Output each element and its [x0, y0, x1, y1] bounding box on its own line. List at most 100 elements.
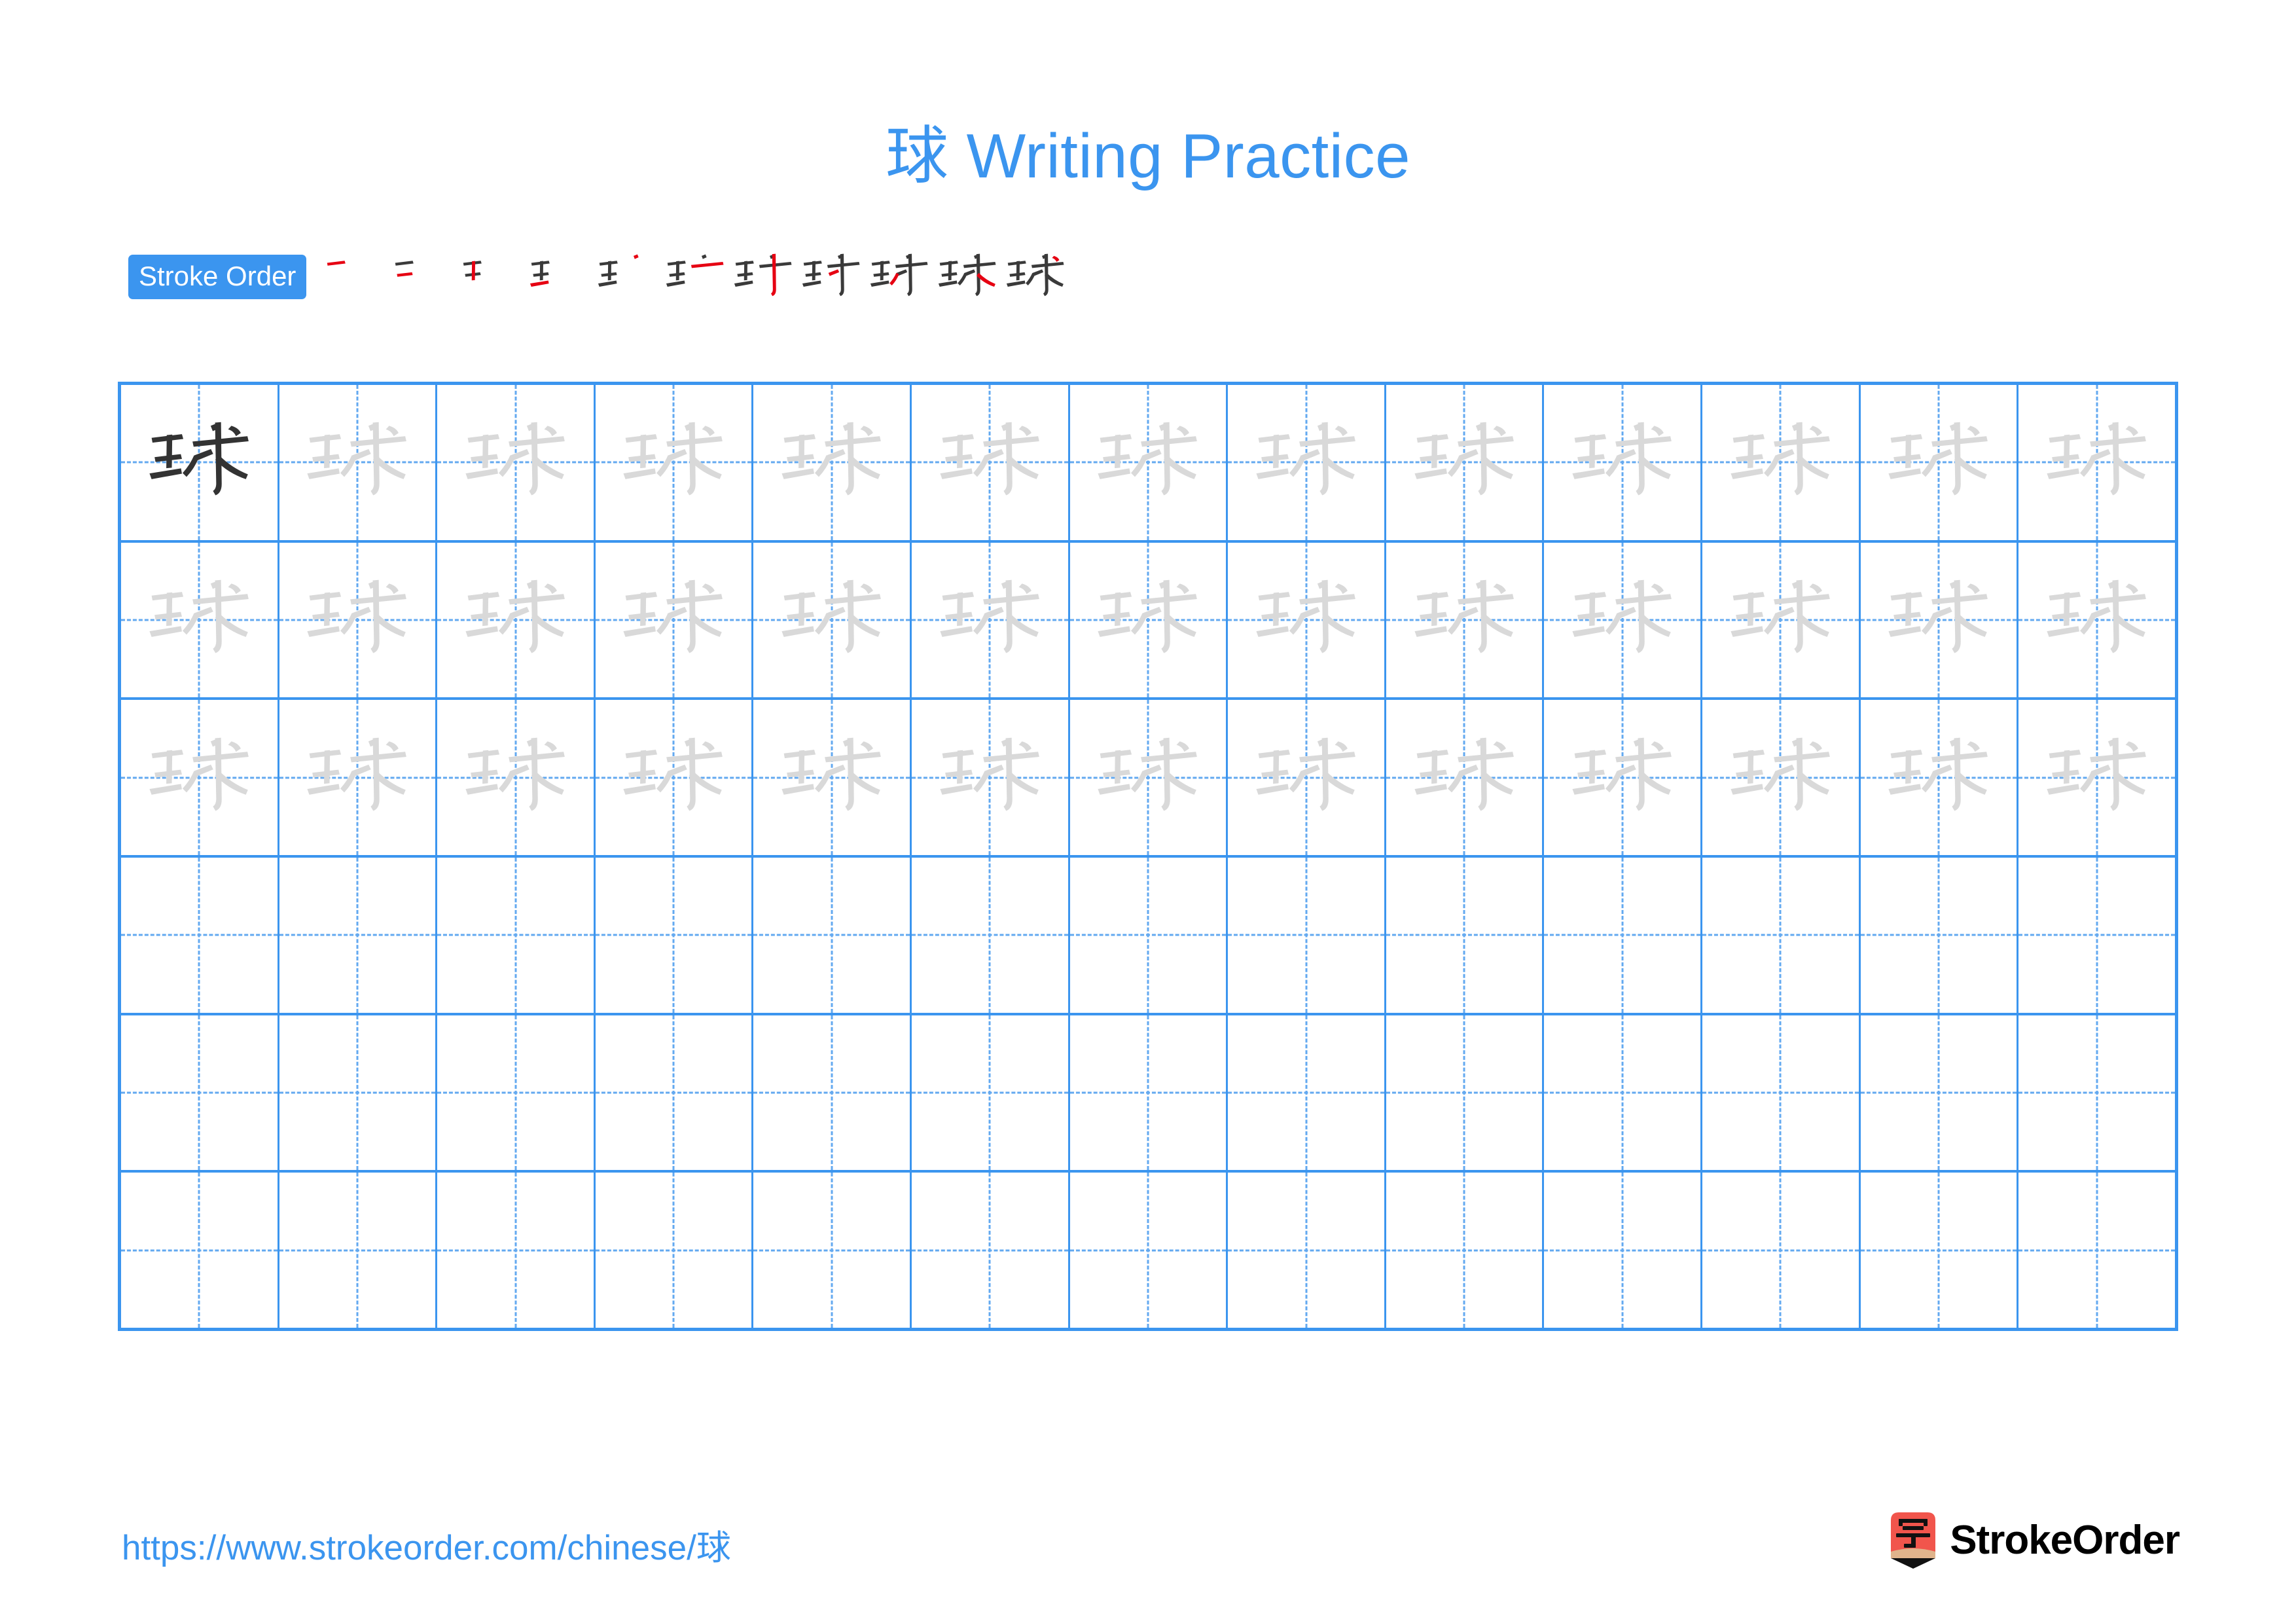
stroke-step-8 [797, 243, 865, 311]
trace-character [1861, 700, 2017, 855]
grid-cell-blank[interactable] [1228, 1173, 1386, 1328]
grid-cell-blank[interactable] [1702, 858, 1861, 1013]
grid-cell-blank[interactable] [1070, 1173, 1229, 1328]
grid-cell-trace[interactable] [437, 700, 596, 856]
grid-cell-blank[interactable] [121, 858, 279, 1013]
grid-cell-blank[interactable] [1861, 1173, 2019, 1328]
grid-cell-trace[interactable] [753, 385, 912, 540]
grid-cell-trace[interactable] [1070, 700, 1229, 856]
grid-cell-trace[interactable] [596, 700, 754, 856]
grid-cell-blank[interactable] [753, 858, 912, 1013]
grid-cell-blank[interactable] [1070, 1015, 1229, 1171]
trace-character [437, 700, 594, 855]
grid-cell-blank[interactable] [1702, 1015, 1861, 1171]
grid-cell-trace[interactable] [1861, 700, 2019, 856]
grid-cell-blank[interactable] [596, 858, 754, 1013]
grid-cell-blank[interactable] [1544, 858, 1703, 1013]
grid-cell-trace[interactable] [753, 700, 912, 856]
grid-cell-trace[interactable] [596, 385, 754, 540]
grid-cell-blank[interactable] [1702, 1173, 1861, 1328]
grid-cell-blank[interactable] [753, 1015, 912, 1171]
grid-cell-trace[interactable] [279, 385, 438, 540]
grid-cell-blank[interactable] [437, 1015, 596, 1171]
grid-cell-trace[interactable] [1702, 700, 1861, 856]
trace-character [912, 700, 1068, 855]
grid-cell-trace[interactable] [1228, 700, 1386, 856]
grid-cell-blank[interactable] [1544, 1173, 1703, 1328]
grid-cell-trace[interactable] [279, 700, 438, 856]
trace-character [279, 385, 436, 540]
grid-cell-trace[interactable] [1386, 385, 1545, 540]
grid-cell-blank[interactable] [596, 1173, 754, 1328]
grid-cell-blank[interactable] [2018, 858, 2175, 1013]
grid-cell-blank[interactable] [912, 1015, 1070, 1171]
grid-cell-trace[interactable] [596, 542, 754, 698]
grid-cell-blank[interactable] [1228, 858, 1386, 1013]
grid-cell-blank[interactable] [912, 858, 1070, 1013]
grid-cell-blank[interactable] [121, 1173, 279, 1328]
grid-cell-trace[interactable] [437, 385, 596, 540]
trace-character [1070, 385, 1227, 540]
grid-cell-blank[interactable] [1861, 858, 2019, 1013]
grid-cell-trace[interactable] [121, 542, 279, 698]
grid-cell-blank[interactable] [279, 858, 438, 1013]
grid-cell-blank[interactable] [596, 1015, 754, 1171]
source-url[interactable]: https://www.strokeorder.com/chinese/球 [122, 1520, 731, 1570]
grid-cell-trace[interactable] [912, 700, 1070, 856]
grid-cell-trace[interactable] [437, 542, 596, 698]
grid-cell-trace[interactable] [1861, 542, 2019, 698]
grid-cell-trace[interactable] [279, 542, 438, 698]
trace-character [121, 700, 278, 855]
grid-row [121, 1015, 2175, 1173]
trace-character [1702, 543, 1859, 698]
grid-cell-blank[interactable] [1386, 1173, 1545, 1328]
stroke-step-6 [661, 243, 729, 311]
grid-cell-blank[interactable] [1861, 1015, 2019, 1171]
stroke-step-3 [457, 243, 525, 311]
grid-cell-blank[interactable] [279, 1015, 438, 1171]
trace-character [596, 543, 752, 698]
grid-cell-blank[interactable] [2018, 1015, 2175, 1171]
grid-cell-trace[interactable] [2018, 700, 2175, 855]
grid-cell-blank[interactable] [437, 858, 596, 1013]
trace-character [1070, 543, 1227, 698]
grid-cell-blank[interactable] [2018, 1173, 2175, 1328]
stroke-order-sequence [321, 243, 1069, 311]
grid-cell-trace[interactable] [1070, 542, 1229, 698]
grid-cell-trace[interactable] [1544, 542, 1703, 698]
grid-cell-trace[interactable] [912, 542, 1070, 698]
grid-cell-trace[interactable] [1228, 385, 1386, 540]
grid-cell-blank[interactable] [279, 1173, 438, 1328]
grid-cell-trace[interactable] [753, 542, 912, 698]
grid-cell-blank[interactable] [1228, 1015, 1386, 1171]
grid-cell-trace[interactable] [1702, 385, 1861, 540]
grid-cell-trace[interactable] [121, 700, 279, 856]
grid-cell-blank[interactable] [753, 1173, 912, 1328]
grid-cell-trace[interactable] [2018, 543, 2175, 698]
grid-cell-model[interactable] [121, 385, 279, 540]
grid-cell-trace[interactable] [912, 385, 1070, 540]
grid-cell-blank[interactable] [1544, 1015, 1703, 1171]
grid-cell-blank[interactable] [1386, 1015, 1545, 1171]
grid-cell-trace[interactable] [2018, 385, 2175, 540]
stroke-step-5 [593, 243, 661, 311]
grid-cell-blank[interactable] [1386, 858, 1545, 1013]
trace-character [596, 385, 752, 540]
grid-cell-trace[interactable] [1070, 385, 1229, 540]
trace-character [1070, 700, 1227, 855]
grid-cell-trace[interactable] [1386, 700, 1545, 856]
grid-cell-trace[interactable] [1544, 385, 1703, 540]
stroke-order-section: Stroke Order [128, 253, 1069, 301]
grid-cell-blank[interactable] [437, 1173, 596, 1328]
trace-character [1544, 385, 1700, 540]
grid-cell-trace[interactable] [1702, 542, 1861, 698]
stroke-step-7 [729, 243, 797, 311]
grid-cell-trace[interactable] [1386, 542, 1545, 698]
grid-cell-blank[interactable] [121, 1015, 279, 1171]
grid-cell-trace[interactable] [1861, 385, 2019, 540]
grid-cell-trace[interactable] [1228, 542, 1386, 698]
grid-cell-trace[interactable] [1544, 700, 1703, 856]
trace-character [1544, 700, 1700, 855]
grid-cell-blank[interactable] [912, 1173, 1070, 1328]
grid-cell-blank[interactable] [1070, 858, 1229, 1013]
